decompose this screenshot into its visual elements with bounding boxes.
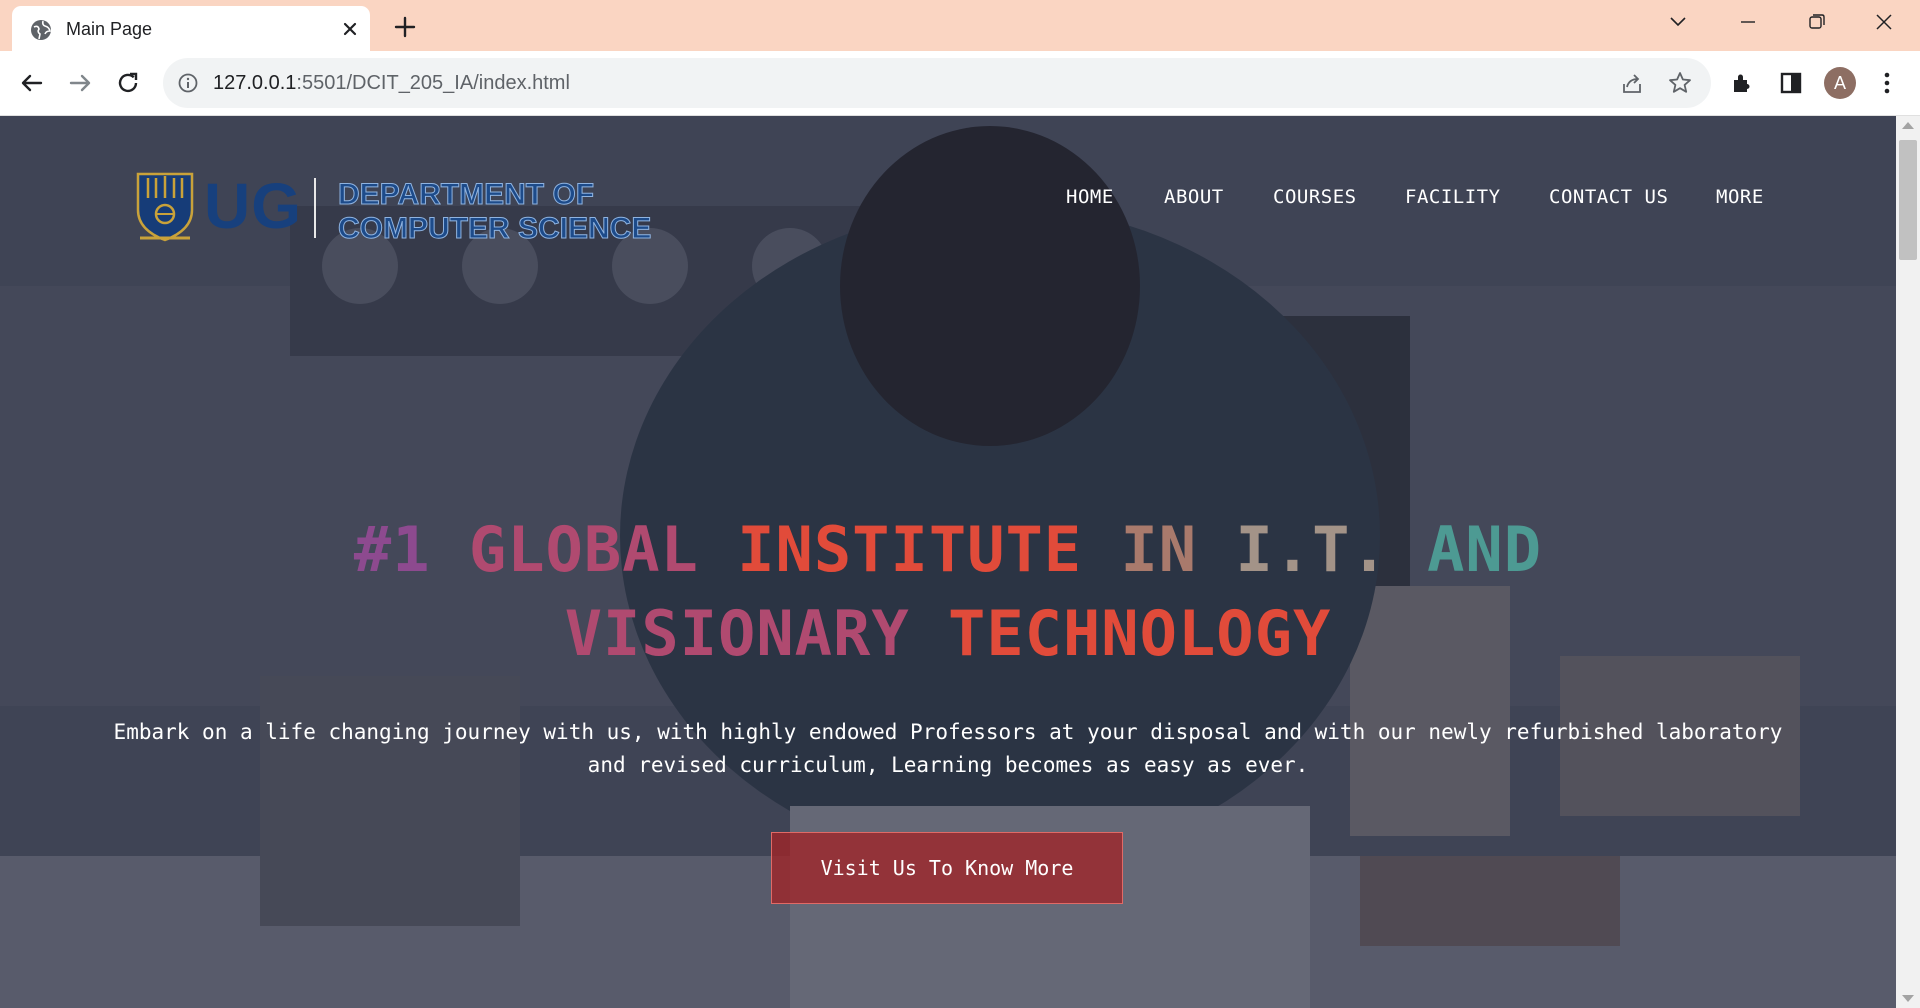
kebab-menu-icon[interactable] [1872,68,1902,98]
info-icon[interactable] [177,72,199,94]
reload-icon[interactable] [113,68,143,98]
nav-item-about[interactable]: ABOUT [1164,186,1224,208]
close-icon[interactable] [338,17,362,41]
headline-line-2: VISIONARY TECHNOLOGY [0,592,1896,676]
side-panel-icon[interactable] [1776,68,1806,98]
window-close-icon[interactable] [1866,8,1902,36]
nav-item-more[interactable]: MORE [1716,186,1764,208]
browser-tab[interactable]: Main Page [12,6,370,51]
scrollbar-thumb[interactable] [1899,140,1917,260]
nav-item-home[interactable]: HOME [1066,186,1114,208]
headline-word: IN [1120,513,1198,586]
headline-word: GLOBAL [468,513,699,586]
url-text[interactable]: 127.0.0.1:5501/DCIT_205_IA/index.html [213,72,570,95]
hero-headline: #1 GLOBAL INSTITUTE IN I.T. AND VISIONAR… [0,508,1896,676]
page-scrollbar[interactable] [1896,116,1920,1008]
url-path: :5501/DCIT_205_IA/index.html [296,72,570,94]
headline-word: #1 [353,513,431,586]
share-icon[interactable] [1619,71,1645,97]
scroll-up-arrow-icon[interactable] [1902,122,1914,129]
main-navigation: HOME ABOUT COURSES FACILITY CONTACT US M… [0,186,1896,218]
extensions-icon[interactable] [1728,68,1758,98]
headline-word: TECHNOLOGY [948,597,1332,670]
url-host: 127.0.0.1 [213,72,297,94]
nav-item-facility[interactable]: FACILITY [1405,186,1501,208]
back-arrow-icon[interactable] [17,68,47,98]
headline-word: VISIONARY [564,597,910,670]
page-viewport: UG DEPARTMENT OF COMPUTER SCIENCE HOME A… [0,116,1896,1008]
nav-item-contact-us[interactable]: CONTACT US [1549,186,1668,208]
visit-us-button[interactable]: Visit Us To Know More [771,832,1123,904]
browser-toolbar: 127.0.0.1:5501/DCIT_205_IA/index.html A [0,51,1920,116]
tab-strip: Main Page [0,0,1920,51]
globe-icon [31,20,52,40]
headline-word: I.T. [1235,513,1389,586]
tab-title: Main Page [66,19,153,39]
minimize-icon[interactable] [1730,8,1766,36]
hero-tagline: Embark on a life changing journey with u… [113,720,1783,777]
scroll-down-arrow-icon[interactable] [1902,995,1914,1002]
headline-word: INSTITUTE [737,513,1083,586]
chevron-down-icon[interactable] [1660,8,1696,36]
avatar[interactable]: A [1824,67,1856,99]
forward-arrow-icon[interactable] [65,68,95,98]
address-bar[interactable]: 127.0.0.1:5501/DCIT_205_IA/index.html [163,58,1711,108]
nav-item-courses[interactable]: COURSES [1273,186,1357,208]
restore-icon[interactable] [1798,8,1834,36]
star-icon[interactable] [1667,70,1693,96]
headline-word: AND [1427,513,1543,586]
plus-icon[interactable] [390,12,420,42]
headline-line-1: #1 GLOBAL INSTITUTE IN I.T. AND [0,508,1896,592]
